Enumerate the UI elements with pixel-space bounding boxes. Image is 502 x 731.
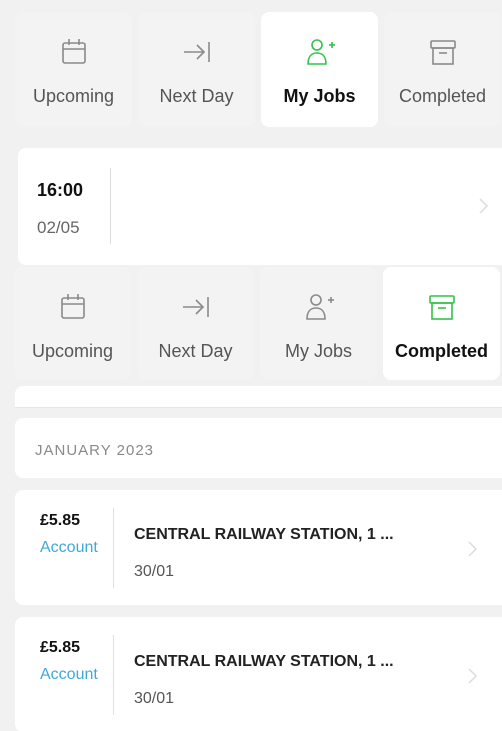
job-address: CENTRAL RAILWAY STATION, 1 ... [134, 653, 394, 670]
tab-label: My Jobs [284, 341, 353, 361]
completed-job-row[interactable]: £5.85 Account CENTRAL RAILWAY STATION, 1… [15, 617, 502, 731]
tab-label: Completed [398, 86, 487, 106]
tab-label: Completed [394, 341, 488, 361]
job-price: £5.85 [40, 639, 81, 656]
tab-completed[interactable]: Completed [384, 12, 501, 127]
tab-upcoming[interactable]: Upcoming [14, 267, 131, 380]
chevron-right-icon [476, 196, 490, 216]
tab-my-jobs[interactable]: My Jobs [261, 12, 378, 127]
arrow-to-line-icon [177, 32, 217, 72]
tab-my-jobs[interactable]: My Jobs [260, 267, 377, 380]
job-date: 02/05 [37, 218, 80, 237]
job-time: 16:00 [37, 180, 84, 200]
tab-label: Next Day [159, 86, 234, 106]
calendar-icon [54, 32, 94, 72]
divider [113, 635, 114, 715]
divider [110, 168, 111, 244]
tab-label: Upcoming [31, 341, 114, 361]
tab-next-day[interactable]: Next Day [138, 12, 255, 127]
jobs-screen: Upcoming Next Day My Jobs Completed 16:0… [0, 0, 502, 731]
arrow-to-line-icon [176, 287, 216, 327]
list-top-edge [15, 386, 502, 408]
chevron-right-icon [465, 666, 479, 686]
job-date: 30/01 [134, 563, 175, 580]
archive-box-icon [422, 287, 462, 327]
payment-method: Account [40, 666, 98, 683]
month-label: JANUARY 2023 [35, 442, 155, 459]
user-add-icon [299, 287, 339, 327]
divider [113, 508, 114, 588]
job-price: £5.85 [40, 512, 81, 529]
user-add-icon [300, 32, 340, 72]
tab-label: My Jobs [283, 86, 356, 106]
completed-job-row[interactable]: £5.85 Account CENTRAL RAILWAY STATION, 1… [15, 490, 502, 605]
top-tab-bar: Upcoming Next Day My Jobs Completed [15, 12, 501, 127]
tab-label: Next Day [158, 341, 233, 361]
archive-box-icon [423, 32, 463, 72]
tab-completed[interactable]: Completed [383, 267, 500, 380]
upcoming-job-card[interactable]: 16:00 02/05 [18, 148, 502, 265]
payment-method: Account [40, 539, 98, 556]
job-address: CENTRAL RAILWAY STATION, 1 ... [134, 526, 394, 543]
bottom-tab-bar: Upcoming Next Day My Jobs Completed [14, 267, 500, 380]
calendar-icon [53, 287, 93, 327]
tab-next-day[interactable]: Next Day [137, 267, 254, 380]
job-date: 30/01 [134, 690, 175, 707]
month-section-header: JANUARY 2023 [15, 418, 502, 478]
tab-upcoming[interactable]: Upcoming [15, 12, 132, 127]
chevron-right-icon [465, 539, 479, 559]
tab-label: Upcoming [32, 86, 115, 106]
